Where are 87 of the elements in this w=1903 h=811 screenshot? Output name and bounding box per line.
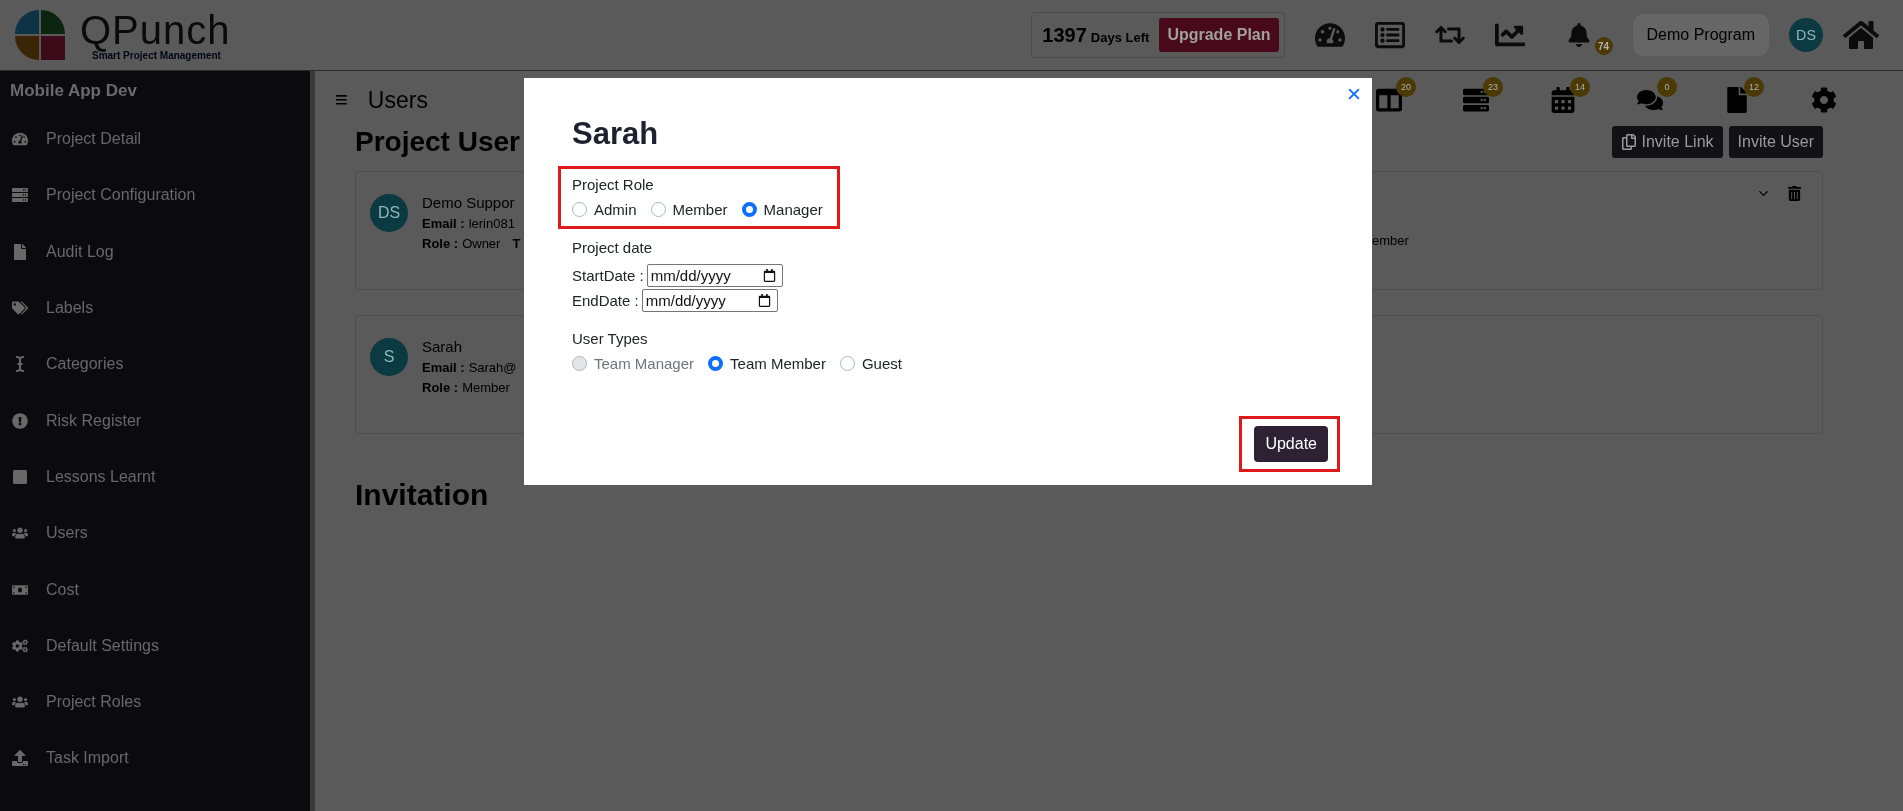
radio-button[interactable] xyxy=(741,202,757,217)
group-label: Project Role xyxy=(572,176,655,193)
gears-icon xyxy=(12,637,28,654)
sidebar-item[interactable]: Default Settings xyxy=(46,636,159,655)
date-field[interactable]: mm/dd/yyyy xyxy=(641,289,778,312)
user-name: Demo Suppor xyxy=(422,194,516,211)
radio-label: Manager xyxy=(763,201,823,218)
sidebar-item[interactable]: Task Import xyxy=(46,749,129,768)
count-badge: 12 xyxy=(1744,77,1764,97)
file-icon[interactable] xyxy=(1724,87,1750,113)
logo-icon xyxy=(14,9,66,61)
logo-text: QPunch xyxy=(80,9,231,50)
dashboard-icon[interactable] xyxy=(1314,20,1345,50)
notification-badge: 74 xyxy=(1594,37,1613,55)
user-avatar: S xyxy=(370,338,408,376)
count-badge: 0 xyxy=(1657,77,1677,97)
section-heading: Invitation xyxy=(355,478,490,512)
server-icon xyxy=(12,187,28,204)
field-label: EndDate : xyxy=(572,292,639,309)
users-icon xyxy=(12,525,28,542)
radio-button[interactable] xyxy=(708,356,724,371)
trash-icon[interactable] xyxy=(1787,186,1802,201)
field-label: Email : xyxy=(422,216,465,231)
sidebar-item[interactable]: Audit Log xyxy=(46,242,114,261)
tag-icon xyxy=(12,300,28,317)
sidebar-item[interactable]: Users xyxy=(46,524,88,543)
calendar-icon[interactable] xyxy=(762,269,776,282)
field-value: Member xyxy=(462,380,510,395)
sidebar-item[interactable]: Risk Register xyxy=(46,411,142,430)
user-name: Sarah xyxy=(422,338,464,355)
field-label: StartDate : xyxy=(572,267,644,284)
file-icon xyxy=(12,243,28,260)
program-selector[interactable]: Demo Program xyxy=(1632,14,1769,56)
sidebar-item[interactable]: Project Detail xyxy=(46,130,142,149)
sidebar-item[interactable]: Cost xyxy=(46,580,79,599)
sidebar-item[interactable]: Project Roles xyxy=(46,693,142,712)
group-label: Project date xyxy=(572,239,654,256)
field-label: T xyxy=(512,236,521,251)
count-badge: 14 xyxy=(1570,77,1590,97)
group-label: User Types xyxy=(572,330,649,347)
invite-user-button[interactable]: Invite User xyxy=(1728,126,1823,158)
invite-link-button[interactable]: Invite Link xyxy=(1612,126,1723,158)
field-value: lerin081 xyxy=(468,216,515,231)
field-value: Sarah@ xyxy=(468,360,517,375)
radio-button[interactable] xyxy=(839,356,855,371)
days-label: Days Left xyxy=(1090,29,1150,45)
radio-button[interactable] xyxy=(572,202,587,217)
update-button[interactable]: Update xyxy=(1254,426,1328,462)
days-count: 1397 xyxy=(1042,23,1087,47)
user-avatar: DS xyxy=(370,194,408,232)
project-name: Mobile App Dev xyxy=(9,81,138,101)
menu-glyph[interactable]: ≡ xyxy=(335,87,348,113)
field-label: Role : xyxy=(422,236,459,251)
radio-button[interactable] xyxy=(650,202,666,217)
page-title: Users xyxy=(367,86,428,114)
field-value: Owner xyxy=(462,236,501,251)
user-avatar[interactable]: DS xyxy=(1789,18,1823,52)
gauge-icon xyxy=(12,131,28,148)
radio-label: Team Member xyxy=(730,355,826,372)
columns-icon[interactable] xyxy=(1376,87,1402,113)
field-label: Role : xyxy=(422,380,459,395)
field-label: Email : xyxy=(422,360,465,375)
sidebar-item[interactable]: Labels xyxy=(46,299,94,318)
date-field[interactable]: mm/dd/yyyy xyxy=(646,264,783,287)
dialog-title: Sarah xyxy=(572,116,660,152)
list-icon[interactable] xyxy=(1374,20,1405,50)
radio-label: Member xyxy=(672,201,728,218)
count-badge: 23 xyxy=(1483,77,1503,97)
users-icon xyxy=(12,694,28,711)
section-heading: Project User xyxy=(355,126,520,158)
exclamation-icon xyxy=(12,412,28,429)
bell-icon[interactable] xyxy=(1566,23,1591,47)
upgrade-button[interactable]: Upgrade Plan xyxy=(1159,18,1279,52)
copy-icon xyxy=(1621,134,1638,150)
settings-icon[interactable] xyxy=(1811,87,1837,113)
server-icon[interactable] xyxy=(1463,87,1489,113)
sidebar-item[interactable]: Project Configuration xyxy=(46,186,196,205)
sidebar-item[interactable]: Lessons Learnt xyxy=(46,467,156,486)
sidebar-item[interactable]: Categories xyxy=(46,355,124,374)
radio-label: Team Manager xyxy=(594,355,695,372)
radio-label: Guest xyxy=(861,355,902,372)
upload-icon xyxy=(12,750,28,767)
calendar-icon[interactable] xyxy=(757,294,771,307)
field-value: ember xyxy=(1372,233,1409,248)
count-badge: 20 xyxy=(1396,77,1416,97)
chat-icon[interactable] xyxy=(1637,87,1663,113)
radio-label: Admin xyxy=(594,201,637,218)
